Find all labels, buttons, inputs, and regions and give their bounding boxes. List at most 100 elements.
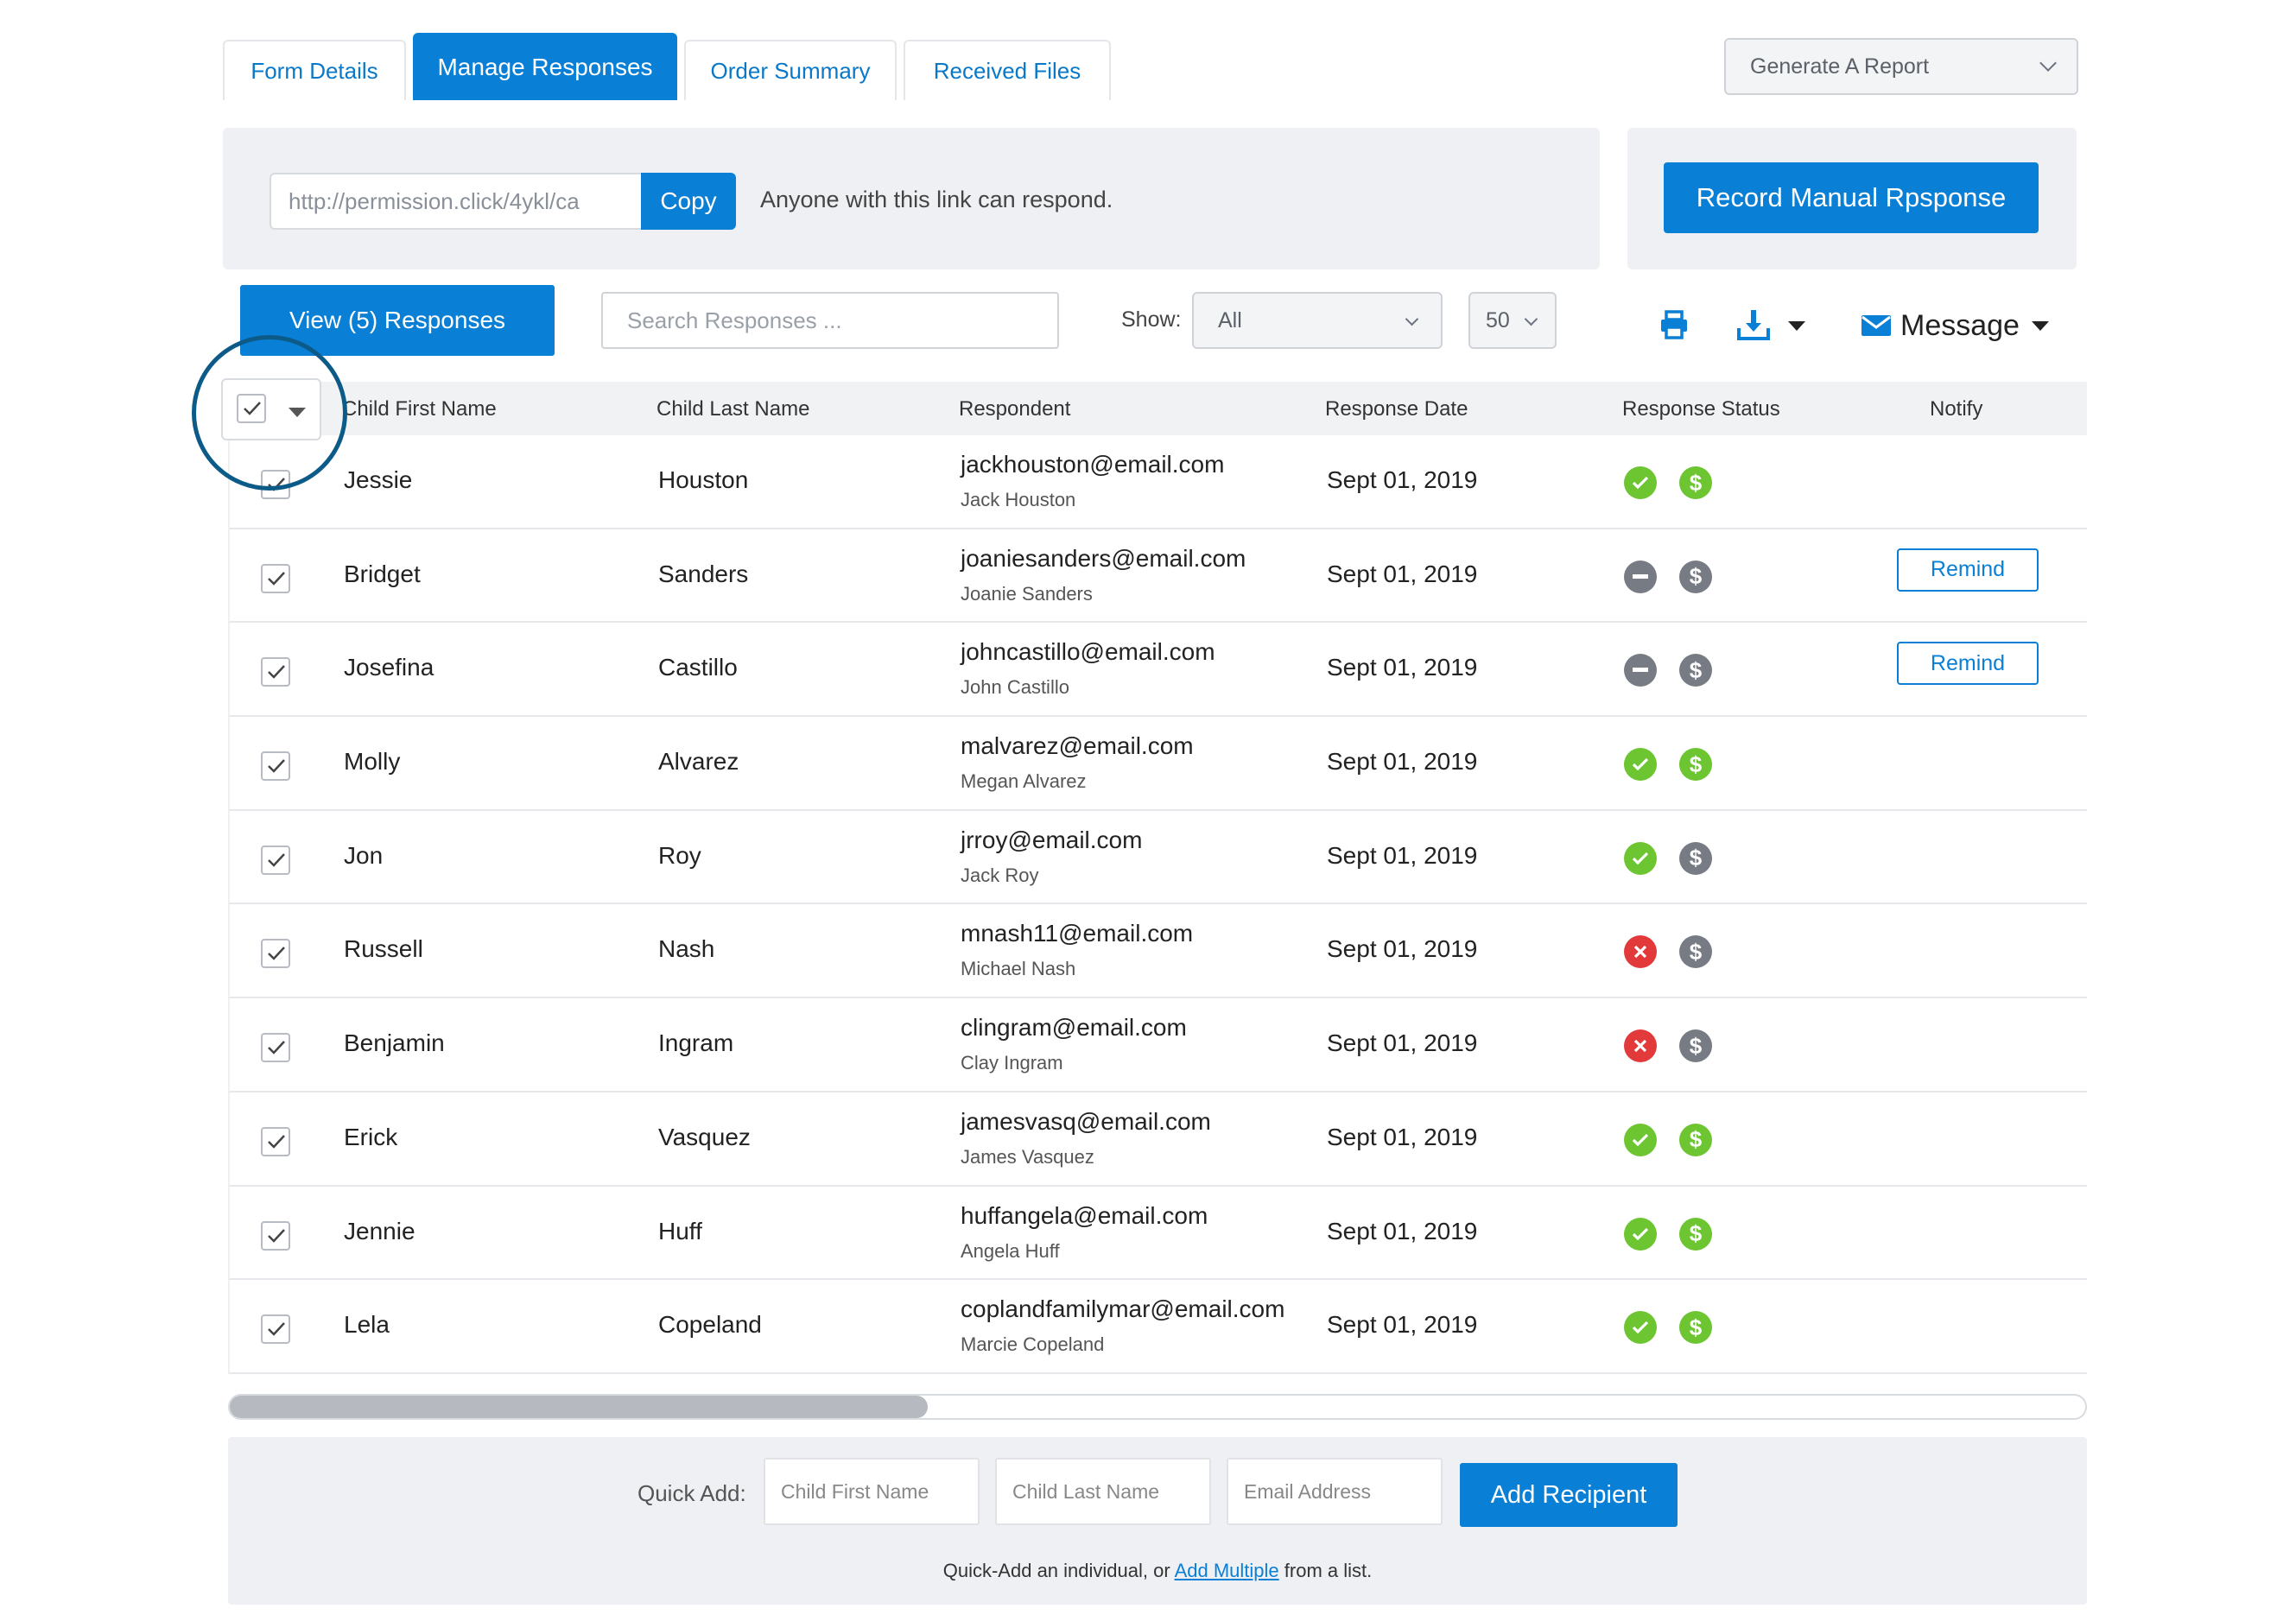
- table-row[interactable]: Jessie Houston jackhouston@email.com Jack H…: [228, 435, 2087, 529]
- status-complete-icon: [1624, 841, 1657, 875]
- status-complete-icon: [1624, 748, 1657, 782]
- respondent-name: Jack Houston: [961, 489, 1076, 510]
- dollar-icon: $: [1679, 560, 1712, 593]
- checkmark-icon: [268, 947, 285, 961]
- respondent-name: John Castillo: [961, 676, 1069, 699]
- row-checkbox[interactable]: [261, 1033, 290, 1063]
- print-icon[interactable]: [1659, 309, 1690, 340]
- respondent-name: Angela Huff: [961, 1239, 1060, 1262]
- status-complete-icon: [1624, 1311, 1657, 1345]
- child-first-name: Lela: [344, 1311, 390, 1339]
- column-header-response-date[interactable]: Response Date: [1325, 397, 1468, 421]
- share-link-note: Anyone with this link can respond.: [760, 187, 1113, 212]
- respondent-email: coplandfamilymar@email.com: [961, 1295, 1285, 1323]
- table-row[interactable]: Lela Copeland coplandfamilymar@email.com Ma…: [228, 1280, 2087, 1374]
- download-icon[interactable]: [1736, 307, 1771, 342]
- column-header-first-name[interactable]: Child First Name: [342, 397, 497, 421]
- remind-button[interactable]: Remind: [1897, 548, 2039, 592]
- dollar-icon: $: [1679, 841, 1712, 875]
- quick-add-label: Quick Add:: [637, 1480, 746, 1506]
- table-row[interactable]: Jennie Huff huffangela@email.com Angela Huf…: [228, 1186, 2087, 1281]
- child-first-name: Jessie: [344, 466, 413, 493]
- show-filter-select[interactable]: All: [1192, 292, 1443, 349]
- quick-add-first-name-input[interactable]: Child First Name: [764, 1458, 980, 1525]
- row-checkbox[interactable]: [261, 939, 290, 969]
- child-first-name: Jon: [344, 841, 384, 869]
- share-link-panel: http://permission.click/4ykl/ca Copy Any…: [223, 128, 1600, 269]
- row-checkbox[interactable]: [261, 845, 290, 875]
- table-row[interactable]: Molly Alvarez malvarez@email.com Megan Alva…: [228, 717, 2087, 811]
- quick-add-email-input[interactable]: Email Address: [1227, 1458, 1443, 1525]
- respondent-email: johncastillo@email.com: [961, 638, 1215, 666]
- respondent-email: huffangela@email.com: [961, 1201, 1208, 1229]
- remind-button[interactable]: Remind: [1897, 642, 2039, 686]
- status-pending-icon: [1624, 654, 1657, 687]
- row-checkbox[interactable]: [261, 563, 290, 593]
- child-first-name: Erick: [344, 1123, 398, 1150]
- response-date: Sept 01, 2019: [1327, 1123, 1478, 1150]
- page-size-select[interactable]: 50: [1468, 292, 1557, 349]
- tab-order-summary[interactable]: Order Summary: [684, 40, 897, 100]
- respondent-name: Marcie Copeland: [961, 1333, 1105, 1356]
- horizontal-scrollbar[interactable]: [228, 1394, 2087, 1420]
- child-last-name: Ingram: [658, 1029, 734, 1057]
- child-last-name: Castillo: [658, 654, 738, 681]
- respondent-name: Joanie Sanders: [961, 582, 1093, 605]
- column-header-notify[interactable]: Notify: [1930, 397, 1982, 421]
- table-row[interactable]: Erick Vasquez jamesvasq@email.com James Vas…: [228, 1092, 2087, 1187]
- envelope-icon: [1862, 315, 1891, 336]
- quick-add-last-name-input[interactable]: Child Last Name: [995, 1458, 1211, 1525]
- column-header-response-status[interactable]: Response Status: [1622, 397, 1780, 421]
- chevron-down-icon: [2039, 54, 2057, 72]
- child-last-name: Nash: [658, 935, 715, 963]
- record-manual-response-button[interactable]: Record Manual Rpsponse: [1664, 162, 2039, 233]
- message-button[interactable]: Message: [1861, 304, 2049, 347]
- chevron-down-icon: [1524, 312, 1538, 326]
- row-checkbox[interactable]: [261, 1314, 290, 1345]
- search-responses-input[interactable]: Search Responses ...: [601, 292, 1059, 349]
- child-last-name: Houston: [658, 466, 749, 493]
- table-row[interactable]: Jon Roy jrroy@email.com Jack Roy Sept 01, 20…: [228, 810, 2087, 905]
- table-row[interactable]: Russell Nash mnash11@email.com Michael Nash…: [228, 904, 2087, 999]
- status-complete-icon: [1624, 1123, 1657, 1156]
- dollar-icon: $: [1679, 1029, 1712, 1063]
- message-label: Message: [1900, 308, 2020, 342]
- chevron-down-icon: [1405, 312, 1419, 326]
- respondent-email: malvarez@email.com: [961, 732, 1194, 760]
- tab-received-files[interactable]: Received Files: [904, 40, 1111, 100]
- checkmark-icon: [268, 852, 285, 867]
- row-checkbox[interactable]: [261, 1126, 290, 1156]
- response-date: Sept 01, 2019: [1327, 1217, 1478, 1244]
- dollar-icon: $: [1679, 654, 1712, 687]
- tab-form-details[interactable]: Form Details: [223, 40, 406, 100]
- response-date: Sept 01, 2019: [1327, 654, 1478, 681]
- quick-add-note: Quick-Add an individual, or Add Multiple…: [228, 1560, 2087, 1582]
- respondent-email: jamesvasq@email.com: [961, 1107, 1211, 1135]
- checkmark-icon: [268, 1228, 285, 1243]
- scrollbar-thumb[interactable]: [230, 1396, 928, 1418]
- quick-add-note-suffix: from a list.: [1284, 1560, 1373, 1581]
- add-multiple-link[interactable]: Add Multiple: [1175, 1560, 1279, 1581]
- column-header-respondent[interactable]: Respondent: [959, 397, 1070, 421]
- copy-link-button[interactable]: Copy: [641, 173, 736, 230]
- row-checkbox[interactable]: [261, 657, 290, 687]
- quick-add-panel: Quick Add: Child First Name Child Last N…: [228, 1437, 2087, 1605]
- page-size-value: 50: [1486, 308, 1510, 332]
- child-first-name: Molly: [344, 748, 401, 776]
- table-row[interactable]: Benjamin Ingram clingram@email.com Clay Ing…: [228, 998, 2087, 1092]
- generate-report-select[interactable]: Generate A Report: [1724, 38, 2078, 95]
- child-first-name: Jennie: [344, 1217, 415, 1244]
- response-date: Sept 01, 2019: [1327, 1311, 1478, 1339]
- table-row[interactable]: Bridget Sanders joaniesanders@email.com Joa…: [228, 529, 2087, 624]
- child-last-name: Vasquez: [658, 1123, 751, 1150]
- table-row[interactable]: Josefina Castillo johncastillo@email.com Jo…: [228, 623, 2087, 718]
- column-header-last-name[interactable]: Child Last Name: [656, 397, 809, 421]
- tab-manage-responses[interactable]: Manage Responses: [413, 33, 677, 100]
- row-checkbox[interactable]: [261, 1220, 290, 1251]
- respondent-name: Michael Nash: [961, 958, 1076, 980]
- row-checkbox[interactable]: [261, 751, 290, 782]
- dollar-icon: $: [1679, 935, 1712, 969]
- download-menu-caret-icon[interactable]: [1788, 321, 1805, 331]
- add-recipient-button[interactable]: Add Recipient: [1460, 1463, 1678, 1527]
- share-link-input[interactable]: http://permission.click/4ykl/ca: [270, 173, 641, 230]
